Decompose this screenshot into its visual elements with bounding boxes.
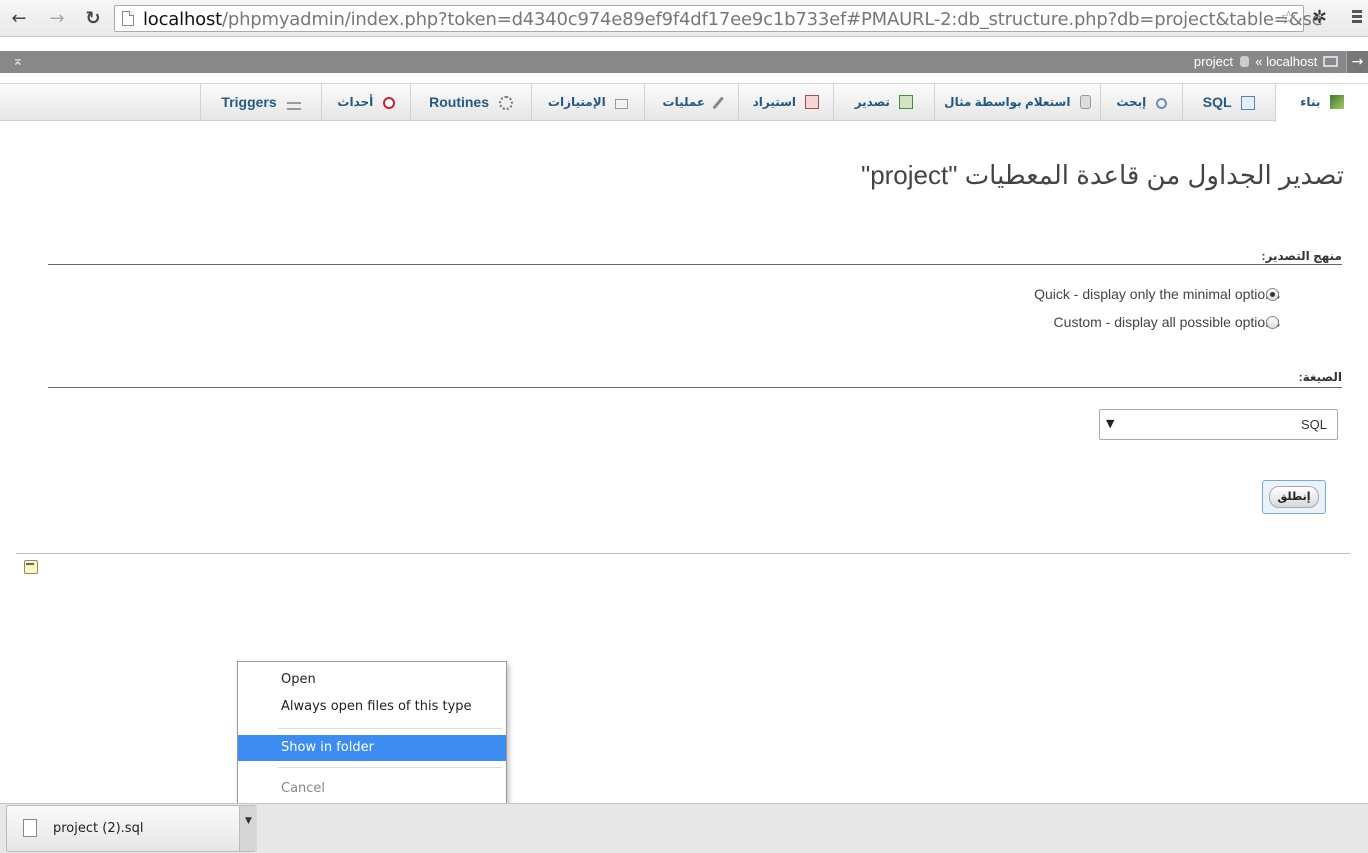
tab-label: الإمتيازات <box>547 95 606 109</box>
tab-privileges[interactable]: الإمتيازات <box>531 84 644 121</box>
download-shelf: project (2).sql ▼ <box>0 803 1368 853</box>
tab-label: عمليات <box>662 95 706 109</box>
tab-label: أحداث <box>337 95 374 109</box>
tab-routines[interactable]: Routines <box>410 84 531 121</box>
divider <box>48 264 1342 265</box>
reload-icon[interactable]: ↻ <box>82 8 104 30</box>
file-icon <box>23 819 37 837</box>
custom-option-label[interactable]: Custom - display all possible options <box>1054 314 1280 330</box>
tab-query[interactable]: استعلام بواسطة مثال <box>934 84 1100 121</box>
url-host: localhost <box>143 9 222 30</box>
tab-operations[interactable]: عمليات <box>644 84 738 121</box>
browser-toolbar: ← → ↻ localhost/phpmyadmin/index.php?tok… <box>0 0 1368 37</box>
tab-search[interactable]: إبحث <box>1100 84 1182 121</box>
tab-triggers[interactable]: Triggers <box>200 84 321 121</box>
breadcrumb-db[interactable]: project <box>1194 54 1233 69</box>
sql-icon <box>1241 96 1256 110</box>
tab-label: بناء <box>1300 95 1321 109</box>
breadcrumb: project « localhost <box>1194 54 1338 69</box>
bookmark-star-icon[interactable]: ☆ <box>1280 7 1297 29</box>
download-dropdown-icon[interactable]: ▼ <box>239 806 257 851</box>
menu-item-always-open[interactable]: Always open files of this type <box>238 694 506 720</box>
database-icon <box>1239 56 1249 67</box>
export-method-label: منهج التصدير: <box>1261 249 1342 263</box>
menu-separator <box>278 767 502 768</box>
download-item[interactable]: project (2).sql ▼ <box>6 805 257 852</box>
tab-structure[interactable]: بناء <box>1275 84 1368 122</box>
import-icon <box>805 95 820 109</box>
wrench-icon <box>710 94 725 110</box>
tab-events[interactable]: أحداث <box>321 84 410 121</box>
go-button[interactable]: إنطلق <box>1262 480 1326 514</box>
forward-icon[interactable]: → <box>46 8 68 30</box>
tab-label: استعلام بواسطة مثال <box>944 95 1071 109</box>
download-filename[interactable]: project (2).sql <box>53 821 143 836</box>
export-icon <box>899 95 914 109</box>
page-icon <box>122 11 134 26</box>
extension-bug-icon[interactable]: ✲ <box>1312 7 1327 28</box>
tab-label: إبحث <box>1116 95 1147 109</box>
custom-radio[interactable] <box>1266 316 1279 329</box>
page-title: تصدير الجداول من قاعدة المعطيات "project… <box>860 160 1344 190</box>
clock-icon <box>382 97 395 109</box>
chevron-down-icon: ▼ <box>1106 417 1115 430</box>
menu-item-show-in-folder[interactable]: Show in folder <box>238 735 506 761</box>
tab-label: استيراد <box>752 95 797 109</box>
tab-sql[interactable]: SQL <box>1182 84 1275 121</box>
console-icon[interactable] <box>24 560 38 574</box>
format-select-value: SQL <box>1300 417 1327 432</box>
server-icon <box>1323 56 1338 67</box>
url-path: /phpmyadmin/index.php?token=d4340c974e89… <box>222 9 1323 30</box>
search-icon <box>1155 98 1167 109</box>
address-bar[interactable]: localhost/phpmyadmin/index.php?token=d43… <box>114 5 1323 32</box>
pma-breadcrumb-bar: ⌅ project « localhost → <box>0 51 1368 73</box>
structure-icon <box>1329 95 1344 109</box>
back-icon[interactable]: ← <box>8 8 30 30</box>
breadcrumb-separator: « <box>1255 54 1263 69</box>
routines-icon <box>498 96 513 110</box>
quick-option-label[interactable]: Quick - display only the minimal options <box>1034 286 1280 302</box>
menu-toggle-arrow-icon[interactable]: → <box>1346 51 1368 73</box>
quick-radio[interactable] <box>1266 288 1279 301</box>
tab-label: Triggers <box>221 94 277 110</box>
tab-label: تصدير <box>854 95 890 109</box>
tab-label: Routines <box>429 94 489 110</box>
tab-label: SQL <box>1202 94 1232 110</box>
triggers-icon <box>286 102 301 110</box>
format-select[interactable]: ▼ SQL <box>1099 409 1338 440</box>
tab-export[interactable]: تصدير <box>833 84 934 121</box>
tab-bar: بناء SQL إبحث استعلام بواسطة مثال تصدير … <box>0 83 1368 122</box>
menu-item-cancel[interactable]: Cancel <box>238 776 506 802</box>
menu-item-open[interactable]: Open <box>238 667 506 693</box>
collapse-icon[interactable]: ⌅ <box>12 53 24 69</box>
divider <box>48 387 1342 388</box>
menu-separator <box>278 728 502 729</box>
query-icon <box>1079 95 1091 109</box>
url-text[interactable]: localhost/phpmyadmin/index.php?token=d43… <box>143 9 1323 30</box>
browser-menu-icon[interactable] <box>1352 10 1362 26</box>
breadcrumb-server[interactable]: localhost <box>1266 54 1317 69</box>
go-button-label: إنطلق <box>1269 486 1319 508</box>
format-label: الصيغة: <box>1298 370 1342 384</box>
footer-divider <box>16 553 1350 554</box>
tab-import[interactable]: استيراد <box>738 84 833 121</box>
privileges-icon <box>615 99 629 109</box>
download-context-menu: Open Always open files of this type Show… <box>237 661 507 804</box>
